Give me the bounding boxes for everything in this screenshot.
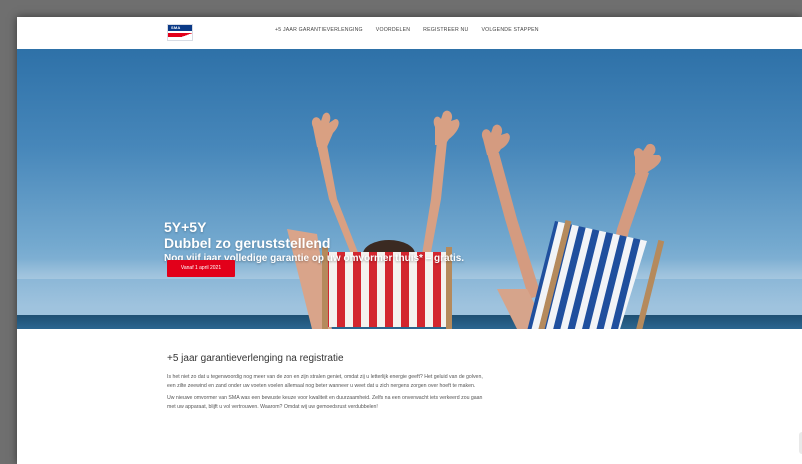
- paragraph-1: Is het niet zo dat u tegenwoordig nog me…: [167, 374, 483, 389]
- browser-page: SMA +5 JAAR GARANTIEVERLENGING VOORDELEN…: [17, 17, 802, 464]
- nav-links: +5 JAAR GARANTIEVERLENGING VOORDELEN REG…: [275, 27, 539, 33]
- hero-heading-small: 5Y+5Y: [164, 219, 207, 235]
- nav-link-voordelen[interactable]: VOORDELEN: [376, 27, 410, 33]
- hero-text-block: 5Y+5Y Dubbel zo geruststellend Nog vijf …: [164, 219, 464, 266]
- blue-striped-chair: [527, 220, 665, 329]
- beach-chairs-illustration: [287, 110, 665, 329]
- nav-link-volgende-stappen[interactable]: VOLGENDE STAPPEN: [481, 27, 538, 33]
- hero-heading: Dubbel zo geruststellend: [164, 235, 331, 251]
- hero-cta-button[interactable]: Vanaf 1 april 2021: [167, 260, 235, 277]
- nav-link-garantieverlenging[interactable]: +5 JAAR GARANTIEVERLENGING: [275, 27, 363, 33]
- logo-red-swoosh: [168, 33, 192, 37]
- logo-text: SMA: [171, 25, 181, 30]
- nav-link-registreer[interactable]: REGISTREER NU: [423, 27, 468, 33]
- sma-logo[interactable]: SMA: [167, 24, 193, 41]
- hero-banner: 5Y+5Y Dubbel zo geruststellend Nog vijf …: [17, 49, 802, 329]
- paragraph-2: Uw nieuwe omvormer van SMA was een bewus…: [167, 395, 483, 410]
- section-title: +5 jaar garantieverlenging na registrati…: [167, 353, 344, 364]
- content-section: +5 jaar garantieverlenging na registrati…: [167, 353, 487, 415]
- top-navigation: SMA +5 JAAR GARANTIEVERLENGING VOORDELEN…: [17, 17, 802, 49]
